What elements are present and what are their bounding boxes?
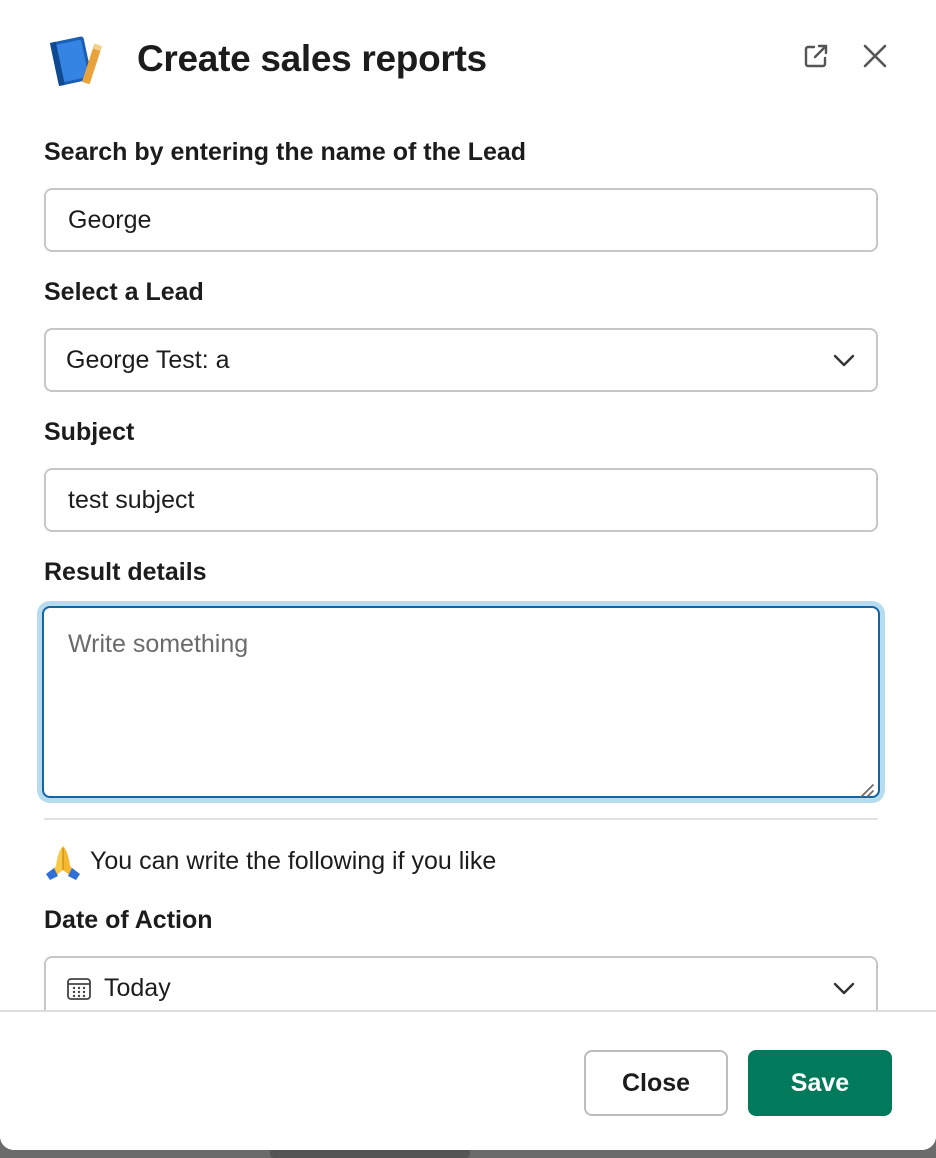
save-button[interactable]: Save <box>748 1050 892 1116</box>
modal-footer: Close Save <box>0 1010 936 1150</box>
external-link-icon <box>802 42 830 75</box>
lead-select-value: George Test: a <box>66 345 230 374</box>
blue-book-icon <box>44 30 108 90</box>
background-window-edge <box>270 1150 470 1158</box>
calendar-icon <box>66 975 92 1001</box>
section-divider <box>44 818 878 820</box>
search-input-value: George <box>68 205 152 234</box>
open-in-new-window-button[interactable] <box>796 38 836 78</box>
result-details-label: Result details <box>44 558 207 586</box>
chevron-down-icon <box>832 348 856 372</box>
lead-select[interactable]: George Test: a <box>44 328 878 392</box>
optional-hint-text: You can write the following if you like <box>90 846 497 875</box>
close-button[interactable]: Close <box>584 1050 728 1116</box>
date-of-action-value: Today <box>104 973 171 1002</box>
create-sales-reports-modal: Create sales reports Search by entering … <box>0 0 936 1150</box>
folded-hands-icon <box>44 842 82 880</box>
subject-input-value: test subject <box>68 485 195 514</box>
modal-header: Create sales reports <box>0 0 936 120</box>
resize-handle-icon[interactable] <box>858 776 874 798</box>
subject-label: Subject <box>44 418 135 446</box>
search-label: Search by entering the name of the Lead <box>44 138 527 166</box>
select-lead-label: Select a Lead <box>44 278 204 306</box>
result-details-textarea[interactable]: Write something <box>42 606 880 798</box>
optional-hint: You can write the following if you like <box>44 842 496 880</box>
result-details-placeholder: Write something <box>68 630 249 658</box>
date-of-action-label: Date of Action <box>44 906 213 934</box>
modal-title: Create sales reports <box>137 38 487 79</box>
chevron-down-icon <box>832 976 856 1000</box>
close-icon <box>862 43 888 74</box>
close-modal-button[interactable] <box>855 38 895 78</box>
subject-input[interactable]: test subject <box>44 468 878 532</box>
search-input[interactable]: George <box>44 188 878 252</box>
